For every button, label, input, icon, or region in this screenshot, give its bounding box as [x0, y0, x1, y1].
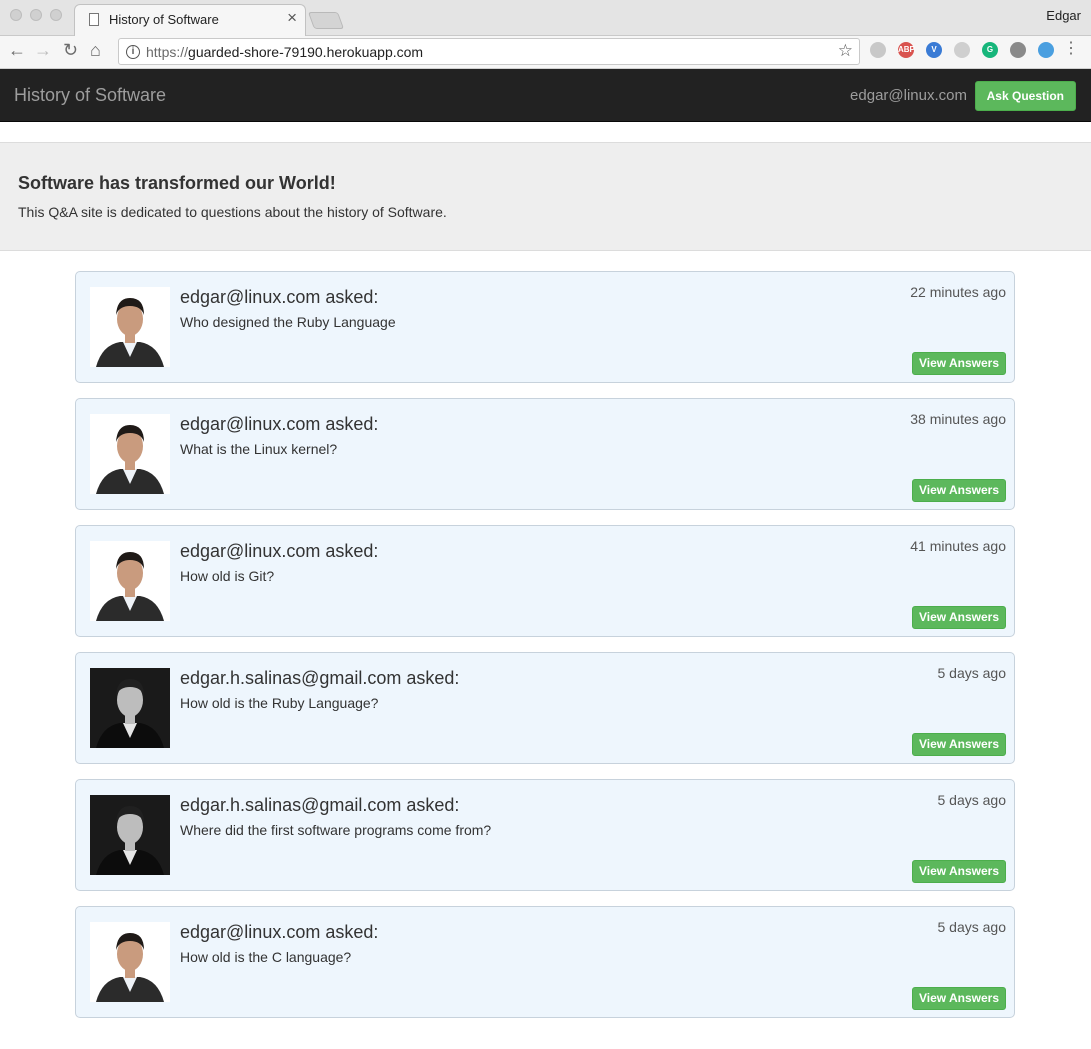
- question-asker: edgar@linux.com asked:: [180, 414, 379, 434]
- address-bar[interactable]: i https://guarded-shore-79190.herokuapp.…: [118, 38, 860, 65]
- question-text: How old is Git?: [180, 568, 275, 584]
- browser-profile-name[interactable]: Edgar: [1046, 8, 1081, 23]
- view-answers-button[interactable]: View Answers: [911, 479, 1006, 502]
- window-minimize-button[interactable]: [30, 9, 42, 21]
- reader-icon[interactable]: [1038, 42, 1054, 58]
- page-heading: Software has transformed our World!: [18, 173, 336, 193]
- question-card: edgar@linux.com asked: Who designed the …: [75, 271, 1015, 383]
- brand-link[interactable]: History of Software: [14, 85, 166, 106]
- question-card: edgar@linux.com asked: How old is the C …: [75, 906, 1015, 1018]
- avatar: [90, 287, 170, 367]
- window-zoom-button[interactable]: [50, 9, 62, 21]
- question-timestamp: 22 minutes ago: [910, 284, 1006, 300]
- tab-title: History of Software: [109, 12, 219, 27]
- question-text: How old is the C language?: [180, 949, 352, 965]
- user-email-link[interactable]: edgar@linux.com: [850, 87, 967, 104]
- question-asker: edgar.h.salinas@gmail.com asked:: [180, 668, 460, 688]
- question-list: edgar@linux.com asked: Who designed the …: [75, 271, 1015, 1033]
- question-asker: edgar@linux.com asked:: [180, 287, 379, 307]
- page-description: This Q&A site is dedicated to questions …: [18, 204, 447, 220]
- new-tab-button[interactable]: [307, 12, 345, 29]
- document-icon: [89, 13, 99, 26]
- url-text[interactable]: https://guarded-shore-79190.herokuapp.co…: [146, 44, 423, 60]
- question-timestamp: 5 days ago: [937, 919, 1007, 935]
- question-asker: edgar@linux.com asked:: [180, 922, 379, 942]
- question-timestamp: 5 days ago: [937, 665, 1007, 681]
- avatar: [90, 541, 170, 621]
- question-text: What is the Linux kernel?: [180, 441, 338, 457]
- extension-icon[interactable]: [954, 42, 970, 58]
- question-card: edgar.h.salinas@gmail.com asked: How old…: [75, 652, 1015, 764]
- question-asker: edgar.h.salinas@gmail.com asked:: [180, 795, 460, 815]
- ask-question-button[interactable]: Ask Question: [974, 81, 1076, 111]
- question-timestamp: 38 minutes ago: [910, 411, 1006, 427]
- browser-toolbar: ← → ↻ ⌂ i https://guarded-shore-79190.he…: [0, 36, 1091, 69]
- view-answers-button[interactable]: View Answers: [911, 352, 1006, 375]
- view-answers-button[interactable]: View Answers: [911, 987, 1006, 1010]
- navbar: History of Software edgar@linux.com Ask …: [0, 69, 1091, 122]
- grammarly-icon[interactable]: G: [982, 42, 998, 58]
- view-answers-button[interactable]: View Answers: [911, 860, 1006, 883]
- lightbulb-icon[interactable]: [1010, 42, 1026, 58]
- reload-icon[interactable]: ↻: [63, 41, 78, 59]
- browser-tab[interactable]: History of Software ×: [74, 4, 306, 37]
- back-arrow-icon[interactable]: ←: [8, 41, 26, 59]
- drive-icon[interactable]: [870, 42, 886, 58]
- jumbotron: Software has transformed our World! This…: [0, 142, 1091, 251]
- question-asker: edgar@linux.com asked:: [180, 541, 379, 561]
- forward-arrow-icon[interactable]: →: [34, 41, 52, 59]
- adblock-plus-icon[interactable]: ABP: [898, 42, 915, 58]
- home-icon[interactable]: ⌂: [90, 41, 101, 59]
- question-card: edgar@linux.com asked: How old is Git? 4…: [75, 525, 1015, 637]
- avatar: [90, 922, 170, 1002]
- avatar: [90, 668, 170, 748]
- window-close-button[interactable]: [10, 9, 22, 21]
- view-answers-button[interactable]: View Answers: [911, 606, 1006, 629]
- question-text: Who designed the Ruby Language: [180, 314, 396, 330]
- avatar: [90, 795, 170, 875]
- question-timestamp: 41 minutes ago: [910, 538, 1006, 554]
- tab-close-icon[interactable]: ×: [287, 9, 297, 26]
- bookmark-star-icon[interactable]: ☆: [838, 41, 853, 61]
- question-card: edgar.h.salinas@gmail.com asked: Where d…: [75, 779, 1015, 891]
- question-text: How old is the Ruby Language?: [180, 695, 379, 711]
- question-timestamp: 5 days ago: [937, 792, 1007, 808]
- browser-menu-icon[interactable]: ⋮: [1063, 41, 1079, 57]
- vimium-icon[interactable]: V: [926, 42, 942, 58]
- view-answers-button[interactable]: View Answers: [911, 733, 1006, 756]
- avatar: [90, 414, 170, 494]
- info-icon[interactable]: i: [126, 45, 140, 59]
- question-card: edgar@linux.com asked: What is the Linux…: [75, 398, 1015, 510]
- browser-tab-strip: History of Software × Edgar: [0, 0, 1091, 37]
- question-text: Where did the first software programs co…: [180, 822, 492, 838]
